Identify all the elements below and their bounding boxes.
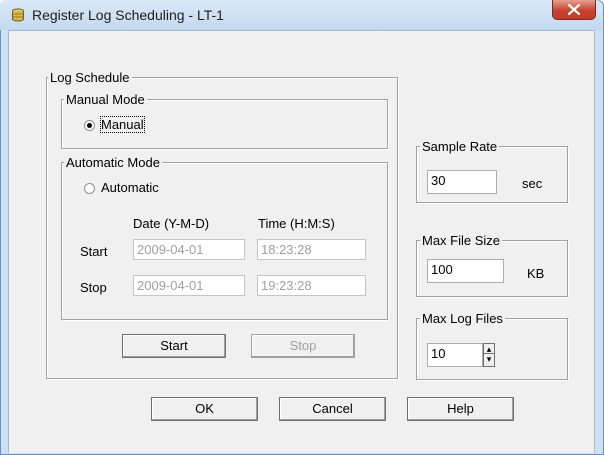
dialog-client-area: Log Schedule Manual Mode Manual Automati… [8,30,595,453]
manual-radio[interactable] [84,120,95,131]
close-button[interactable] [552,0,596,20]
schedule-stop-button[interactable]: Stop [251,334,355,358]
cancel-button[interactable]: Cancel [279,397,386,421]
max-file-size-input[interactable]: 100 [427,259,504,283]
manual-mode-legend: Manual Mode [64,92,147,107]
dialog-window: Register Log Scheduling - LT-1 Log Sched… [0,0,604,455]
stop-time-field[interactable]: 19:23:28 [257,275,366,296]
manual-radio-dot [87,123,92,128]
max-file-size-legend: Max File Size [420,233,503,248]
stop-date-field[interactable]: 2009-04-01 [133,275,245,296]
log-schedule-legend: Log Schedule [48,70,132,85]
log-cylinder-icon [11,8,25,22]
help-button[interactable]: Help [407,397,514,421]
ok-button[interactable]: OK [151,397,258,421]
max-log-files-input[interactable]: 10 [427,343,483,367]
window-title: Register Log Scheduling - LT-1 [32,7,224,23]
start-date-field[interactable]: 2009-04-01 [133,239,245,260]
manual-radio-label[interactable]: Manual [100,116,145,133]
sample-rate-legend: Sample Rate [420,139,500,154]
close-icon [568,4,580,15]
title-bar[interactable]: Register Log Scheduling - LT-1 [0,0,602,30]
max-file-size-unit: KB [527,266,545,281]
spin-up-icon[interactable]: ▴ [484,344,494,354]
start-row-label: Start [80,244,108,259]
time-column-header: Time (H:M:S) [258,216,335,231]
max-log-files-spinner[interactable]: ▴ ▾ [483,343,495,367]
sample-rate-unit: sec [522,176,543,191]
max-log-files-legend: Max Log Files [420,311,505,326]
date-column-header: Date (Y-M-D) [133,216,210,231]
spin-down-icon[interactable]: ▾ [484,354,494,364]
start-time-field[interactable]: 18:23:28 [257,239,366,260]
stop-row-label: Stop [80,280,107,295]
automatic-radio[interactable] [84,183,95,194]
automatic-radio-label[interactable]: Automatic [101,180,159,195]
automatic-mode-legend: Automatic Mode [64,155,162,170]
sample-rate-input[interactable]: 30 [427,170,497,194]
schedule-start-button[interactable]: Start [122,334,226,358]
